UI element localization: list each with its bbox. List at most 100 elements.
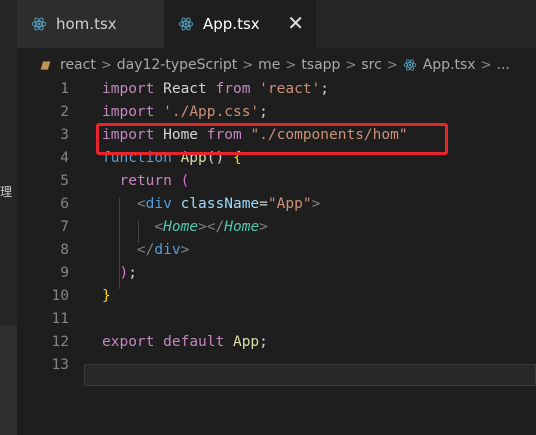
breadcrumb-item[interactable]: react [60,57,96,73]
code-token: > [311,196,321,212]
close-icon[interactable]: ✕ [287,13,304,33]
code-token: } [102,288,111,304]
line-number: 7 [60,219,69,235]
line-number: 10 [51,288,69,304]
tab-bar: hom.tsx App.tsx ✕ [17,0,536,48]
breadcrumb-file-label: App.tsx [422,57,476,73]
code-token: = [259,196,268,212]
code-token: from [215,81,251,97]
indent-guide [138,220,139,243]
code-text: import React from 'react'; [102,78,329,101]
code-line[interactable]: 1 import React from 'react'; [17,78,536,101]
code-token: < [154,219,164,235]
code-line[interactable]: 10} [17,285,536,308]
code-text: export default App; [102,331,268,354]
react-icon [403,59,416,71]
line-number: 1 [60,81,69,97]
chevron-right-icon: > [480,57,492,73]
folder-icon [40,60,51,70]
code-text: </div> [102,239,189,262]
indent-guide [119,197,120,289]
code-token: import [102,104,155,120]
code-line[interactable]: 9 ); [17,262,536,285]
chevron-right-icon: > [100,57,112,73]
code-token: ; [320,81,329,97]
line-number: 6 [60,196,69,212]
code-line[interactable]: 8 </div> [17,239,536,262]
code-token: './App.css' [163,104,260,120]
line-number: 4 [60,150,69,166]
breadcrumb-item[interactable]: me [258,57,280,73]
code-token: Home [163,219,199,235]
code-token: React [154,81,216,97]
tab-label: App.tsx [203,15,260,33]
code-token: ></ [198,219,225,235]
code-line[interactable]: 6 <div className="App"> [17,193,536,216]
chevron-right-icon: > [285,57,297,73]
code-token: ; [259,334,268,350]
code-token: > [259,219,268,235]
breadcrumb-file[interactable]: App.tsx [403,57,476,73]
code-token: default [163,334,225,350]
chevron-right-icon: > [386,57,398,73]
code-token: "App" [267,196,312,212]
react-icon [31,17,47,31]
tab-label: hom.tsx [56,15,117,33]
annotation-highlight-box [96,123,448,155]
code-token: div [145,196,172,212]
react-icon [178,17,194,31]
code-token: import [102,81,155,97]
breadcrumb: react > day12-typeScript > me > tsapp > … [17,48,536,82]
code-token: < [136,196,146,212]
line-number: 5 [60,173,69,189]
side-glyph: 理 [0,185,13,199]
code-text: <Home></Home> [102,216,268,239]
breadcrumb-item[interactable]: src [361,57,381,73]
code-token: ; [259,104,268,120]
code-token: return [119,173,172,189]
code-line[interactable]: 5 return ( [17,170,536,193]
line-number: 11 [51,311,69,327]
code-token: export [102,334,155,350]
code-token: ) [119,265,129,281]
code-text: import './App.css'; [102,101,268,124]
breadcrumb-item[interactable]: day12-typeScript [117,57,238,73]
code-token: Home [224,219,260,235]
chevron-right-icon: > [242,57,254,73]
code-text: } [102,285,111,308]
code-text: <div className="App"> [102,193,320,216]
code-line[interactable]: 2 import './App.css'; [17,101,536,124]
code-line[interactable]: 13 [17,354,536,377]
code-token: ; [128,265,137,281]
side-scroll-thumb[interactable] [0,325,17,435]
code-token: 'react' [259,81,321,97]
line-number: 8 [60,242,69,258]
tab-hom-tsx[interactable]: hom.tsx [17,0,164,48]
code-token: App [232,334,260,350]
tab-app-tsx[interactable]: App.tsx ✕ [164,0,316,48]
line-number: 2 [60,104,69,120]
code-line[interactable]: 12 export default App; [17,331,536,354]
breadcrumb-item[interactable]: tsapp [301,57,340,73]
code-token: > [180,242,190,258]
code-line[interactable]: 11 [17,308,536,331]
chevron-right-icon: > [345,57,357,73]
code-line[interactable]: 7 <Home></Home> [17,216,536,239]
breadcrumb-more[interactable]: ... [497,57,510,73]
line-number: 9 [60,265,69,281]
code-token: </ [136,242,155,258]
code-text: return ( [102,170,189,193]
code-token: div [154,242,181,258]
code-token: className [180,196,260,212]
line-number: 12 [51,334,69,350]
activity-strip: 理 [0,0,17,435]
